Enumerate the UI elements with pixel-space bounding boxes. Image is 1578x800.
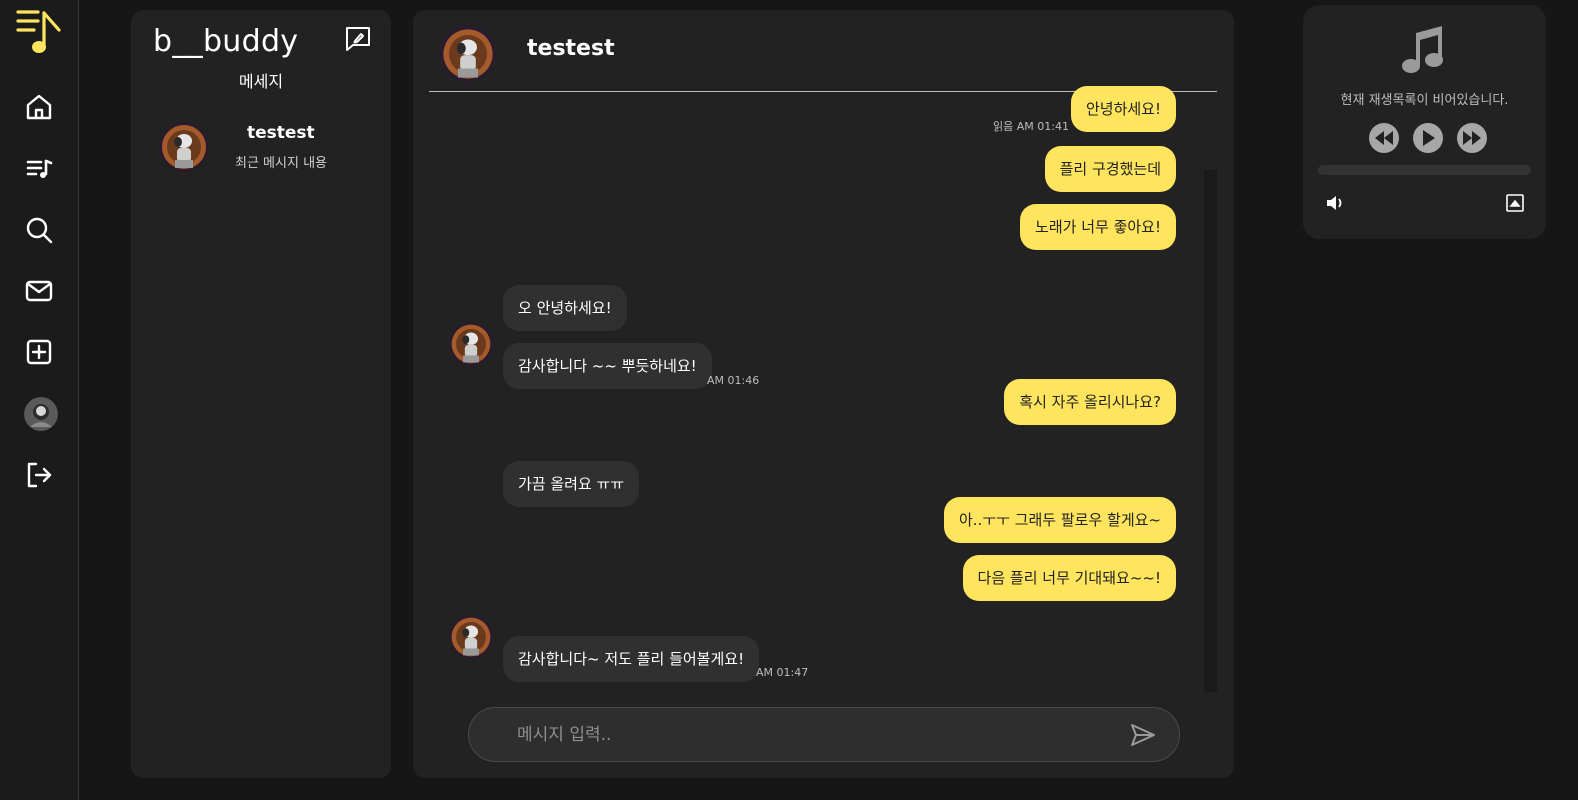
message-bubble-sent: 아..ㅜㅜ 그래두 팔로우 할게요~	[943, 497, 1176, 543]
music-note-icon	[1400, 23, 1448, 75]
brand-title: b__buddy	[153, 24, 299, 59]
playlist-empty-text: 현재 재생목록이 비어있습니다.	[1340, 93, 1509, 108]
message-composer	[468, 707, 1180, 762]
chat-header-avatar[interactable]	[440, 26, 496, 82]
rewind-icon[interactable]	[1369, 123, 1399, 153]
side-nav	[0, 0, 79, 800]
chat-title: testest	[527, 36, 615, 61]
logout-icon[interactable]	[21, 457, 57, 493]
conversation-list-panel: b__buddy 메세지 testest 최근 메시지 내용	[131, 10, 391, 778]
message-bubble-sent: 노래가 너무 좋아요!	[1020, 204, 1176, 250]
play-icon[interactable]	[1413, 123, 1443, 153]
send-icon[interactable]	[1129, 721, 1157, 749]
message-time: AM 01:46	[707, 374, 760, 387]
message-sender-avatar[interactable]	[449, 322, 493, 366]
message-read-time: 읽음 AM 01:41	[993, 120, 1069, 133]
message-bubble-sent: 다음 플리 너무 기대돼요~~!	[962, 555, 1176, 601]
app-logo-icon[interactable]	[14, 6, 64, 58]
avatar[interactable]	[24, 397, 58, 431]
home-icon[interactable]	[21, 89, 57, 125]
message-bubble-sent: 플리 구경했는데	[1044, 146, 1176, 192]
mail-icon[interactable]	[21, 273, 57, 309]
message-input[interactable]	[517, 708, 1117, 761]
message-bubble-received: 가끔 올려요 ㅠㅠ	[503, 461, 640, 507]
search-icon[interactable]	[21, 212, 57, 248]
new-message-icon[interactable]	[344, 25, 372, 53]
message-scrollbar[interactable]	[1204, 170, 1217, 692]
message-time: AM 01:47	[756, 666, 809, 679]
conversation-name: testest	[247, 123, 315, 143]
message-sender-avatar[interactable]	[449, 615, 493, 659]
fast-forward-icon[interactable]	[1457, 123, 1487, 153]
message-bubble-sent: 혹시 자주 올리시나요?	[1004, 379, 1176, 425]
playback-progress-bar[interactable]	[1318, 165, 1531, 175]
chat-panel: testest 안녕하세요! 읽음 AM 01:41 플리 구경했는데 노래가 …	[413, 10, 1234, 778]
message-bubble-received: 감사합니다 ~~ 뿌듯하네요!	[503, 343, 712, 389]
message-bubble-received: 오 안녕하세요!	[503, 285, 627, 331]
message-bubble-sent: 안녕하세요!	[1070, 86, 1176, 132]
add-square-icon[interactable]	[21, 334, 57, 370]
conversation-avatar	[159, 122, 209, 172]
conversation-item[interactable]: testest 최근 메시지 내용	[159, 120, 369, 176]
expand-player-icon[interactable]	[1505, 193, 1525, 213]
section-title: 메세지	[238, 72, 284, 91]
playlist-icon[interactable]	[21, 150, 57, 186]
volume-icon[interactable]	[1325, 193, 1347, 213]
conversation-preview: 최근 메시지 내용	[235, 156, 327, 171]
music-player: 현재 재생목록이 비어있습니다.	[1303, 5, 1546, 239]
message-bubble-received: 감사합니다~ 저도 플리 들어볼게요!	[503, 636, 760, 682]
